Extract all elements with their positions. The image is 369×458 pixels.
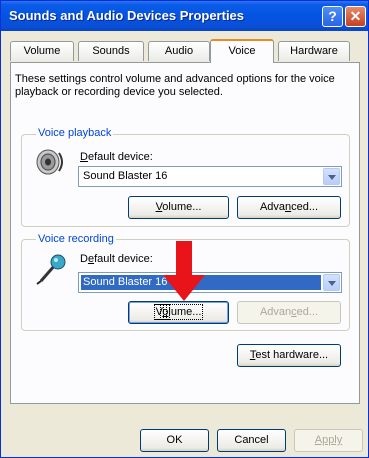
voice-recording-legend: Voice recording bbox=[36, 233, 116, 245]
tab-hardware[interactable]: Hardware bbox=[278, 41, 350, 61]
apply-button[interactable]: Apply bbox=[294, 429, 363, 452]
tab-audio[interactable]: Audio bbox=[148, 41, 210, 61]
recording-device-select[interactable]: Sound Blaster 16 bbox=[78, 272, 342, 293]
tab-sounds[interactable]: Sounds bbox=[78, 41, 144, 61]
recording-device-label: Default device: bbox=[80, 253, 153, 265]
close-button[interactable]: ✕ bbox=[345, 6, 366, 27]
voice-playback-legend: Voice playback bbox=[36, 127, 114, 139]
playback-device-label: Default device: bbox=[80, 151, 153, 163]
description-text: These settings control volume and advanc… bbox=[15, 73, 335, 98]
playback-advanced-button[interactable]: Advanced... bbox=[237, 196, 341, 219]
playback-volume-button[interactable]: Volume... bbox=[128, 196, 229, 219]
properties-dialog: Sounds and Audio Devices Properties ? ✕ … bbox=[0, 0, 369, 458]
help-button[interactable]: ? bbox=[322, 6, 343, 27]
ok-button[interactable]: OK bbox=[140, 429, 209, 452]
tab-volume[interactable]: Volume bbox=[10, 41, 74, 61]
annotation-arrow-icon bbox=[163, 241, 205, 301]
playback-device-select[interactable]: Sound Blaster 16 bbox=[78, 166, 342, 187]
microphone-icon bbox=[36, 254, 66, 285]
test-hardware-button[interactable]: Test hardware... bbox=[237, 344, 341, 367]
speaker-icon bbox=[36, 149, 63, 175]
recording-advanced-button[interactable]: Advanced... bbox=[237, 301, 341, 324]
chevron-down-icon[interactable] bbox=[323, 274, 340, 291]
title-bar[interactable]: Sounds and Audio Devices Properties ? ✕ bbox=[1, 1, 368, 31]
cancel-button[interactable]: Cancel bbox=[217, 429, 286, 452]
tab-voice[interactable]: Voice bbox=[210, 39, 274, 63]
chevron-down-icon[interactable] bbox=[323, 168, 340, 185]
window-title: Sounds and Audio Devices Properties bbox=[9, 8, 245, 23]
playback-device-value: Sound Blaster 16 bbox=[83, 170, 168, 182]
recording-volume-button[interactable]: Volume... bbox=[128, 301, 229, 324]
